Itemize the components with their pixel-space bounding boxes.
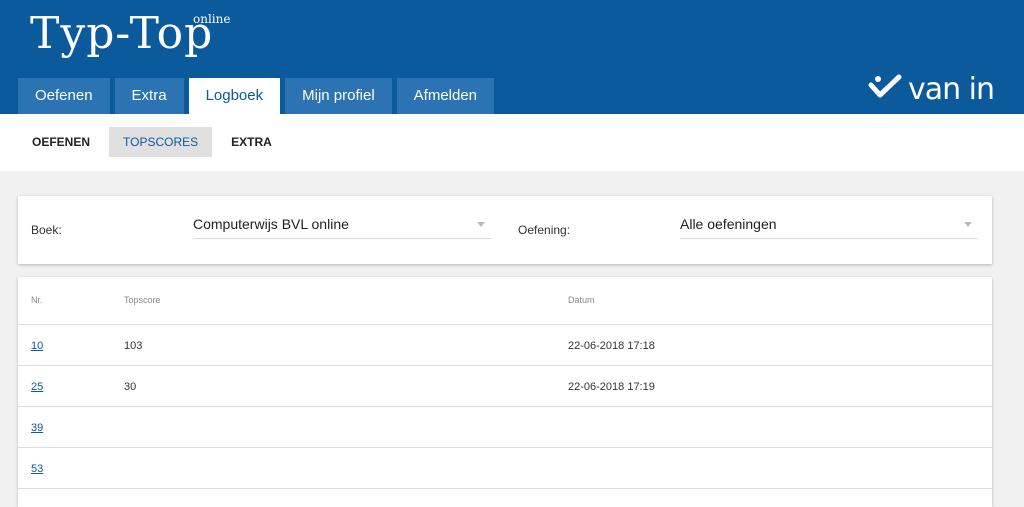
brand-logo: van in xyxy=(868,72,995,107)
brand-name: van in xyxy=(907,72,995,107)
header-datum: Datum xyxy=(568,295,595,305)
tab-extra[interactable]: Extra xyxy=(114,78,184,114)
row-nr-link[interactable]: 53 xyxy=(31,463,43,475)
boek-label: Boek: xyxy=(31,223,62,237)
chevron-down-icon xyxy=(964,222,972,227)
subtab-topscores[interactable]: TOPSCORES xyxy=(109,127,213,157)
row-nr-link[interactable]: 10 xyxy=(31,340,43,352)
boek-select-value: Computerwijs BVL online xyxy=(193,216,349,232)
topscores-table: Nr. Topscore Datum 10 103 22-06-2018 17:… xyxy=(18,277,992,507)
tab-logboek[interactable]: Logboek xyxy=(188,78,281,114)
row-topscore: 103 xyxy=(124,340,143,352)
oefening-select-value: Alle oefeningen xyxy=(680,216,777,232)
row-nr-link[interactable]: 39 xyxy=(31,422,43,434)
sub-navigation: OEFENEN TOPSCORES EXTRA xyxy=(0,114,1024,171)
subtab-oefenen[interactable]: OEFENEN xyxy=(18,127,104,157)
row-nr-link[interactable]: 25 xyxy=(31,381,43,393)
header-nr: Nr. xyxy=(31,295,43,305)
oefening-select[interactable]: Alle oefeningen xyxy=(680,210,978,239)
tab-oefenen[interactable]: Oefenen xyxy=(18,78,110,114)
boek-select[interactable]: Computerwijs BVL online xyxy=(193,210,491,239)
app-logo-suffix: online xyxy=(193,12,231,26)
checkmark-heart-icon xyxy=(868,73,902,106)
row-datum: 22-06-2018 17:19 xyxy=(568,381,655,393)
tab-mijn-profiel[interactable]: Mijn profiel xyxy=(285,78,392,114)
tab-afmelden[interactable]: Afmelden xyxy=(396,78,495,114)
oefening-label: Oefening: xyxy=(518,223,571,237)
filter-panel: Boek: Computerwijs BVL online Oefening: … xyxy=(18,196,992,264)
app-logo: Typ-Top xyxy=(30,8,214,59)
table-row: 10 103 22-06-2018 17:18 xyxy=(18,325,992,366)
main-tabs: Oefenen Extra Logboek Mijn profiel Afmel… xyxy=(18,78,495,114)
row-topscore: 30 xyxy=(124,381,137,393)
header-topscore: Topscore xyxy=(124,295,161,305)
table-row: 53 xyxy=(18,448,992,489)
subtab-extra[interactable]: EXTRA xyxy=(217,127,286,157)
table-row: 39 xyxy=(18,407,992,448)
chevron-down-icon xyxy=(477,222,485,227)
table-row: 25 30 22-06-2018 17:19 xyxy=(18,366,992,407)
top-header: Typ-Top online Oefenen Extra Logboek Mij… xyxy=(0,0,1024,114)
row-datum: 22-06-2018 17:18 xyxy=(568,340,655,352)
table-header: Nr. Topscore Datum xyxy=(18,277,992,325)
